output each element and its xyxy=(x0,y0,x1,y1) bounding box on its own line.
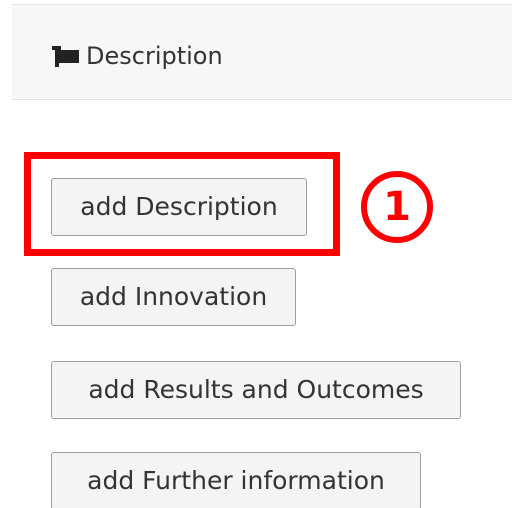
add-further-information-button[interactable]: add Further information xyxy=(51,452,421,508)
header-content: Description xyxy=(52,41,223,71)
add-innovation-button[interactable]: add Innovation xyxy=(51,268,296,326)
annotation-step-number: 1 xyxy=(361,171,433,243)
panel-header: Description xyxy=(12,4,512,100)
add-results-and-outcomes-button[interactable]: add Results and Outcomes xyxy=(51,361,461,419)
flag-icon xyxy=(52,44,80,68)
add-description-button[interactable]: add Description xyxy=(51,178,307,236)
panel-title: Description xyxy=(86,42,223,70)
page: Description add Description add Innovati… xyxy=(0,0,512,508)
